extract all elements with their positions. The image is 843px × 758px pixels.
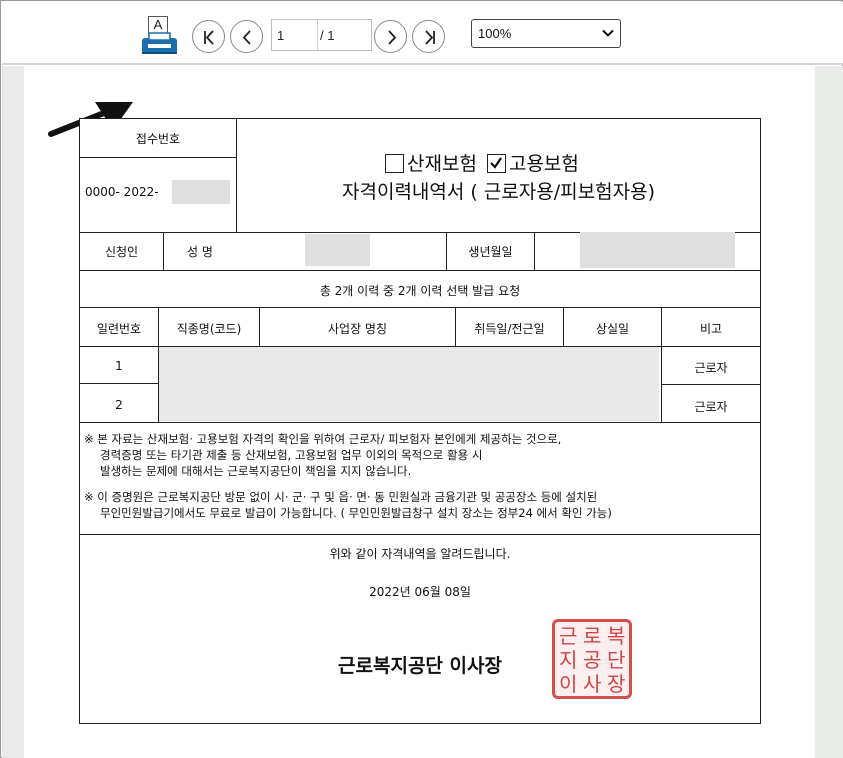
seal-char: 근 bbox=[559, 624, 578, 648]
prev-page-button[interactable] bbox=[230, 20, 263, 53]
notice-2-line-1: ※ 이 증명원은 근로복지공단 방문 없이 시· 군· 구 및 읍· 면· 동 … bbox=[84, 490, 598, 504]
last-page-button[interactable] bbox=[412, 20, 445, 53]
col-serial: 일련번호 bbox=[96, 322, 142, 336]
page-number-input[interactable] bbox=[272, 20, 318, 50]
col-acquired: 취득일/전근일 bbox=[474, 322, 545, 336]
notice-1-line-2: 경력증명 또는 타기관 제출 등 산재보험, 고용보험 업무 이외의 목적으로 … bbox=[100, 448, 483, 462]
zoom-select[interactable]: 100% bbox=[471, 19, 621, 48]
seal-char: 지 bbox=[559, 648, 578, 672]
seal-char: 공 bbox=[583, 648, 602, 672]
notice-1-line-3: 발생하는 문제에 대해서는 근로복지공단이 책임을 지지 않습니다. bbox=[100, 464, 412, 478]
insurance-type: 산재보험 고용보험 bbox=[385, 149, 579, 176]
row-2-remarks: 근로자 bbox=[694, 400, 728, 414]
redacted-receipt bbox=[172, 180, 230, 204]
employment-insurance-checkbox bbox=[486, 154, 506, 173]
first-page-icon bbox=[204, 30, 214, 45]
receipt-number: 0000- 2022- bbox=[85, 185, 159, 199]
toolbar: A / 1 bbox=[2, 2, 843, 65]
redacted-history-rows bbox=[159, 347, 659, 421]
col-workplace: 사업장 명칭 bbox=[327, 322, 387, 336]
chevron-right-icon bbox=[388, 30, 397, 45]
name-label: 성 명 bbox=[187, 245, 213, 259]
chevron-down-icon bbox=[602, 29, 614, 37]
first-page-button[interactable] bbox=[192, 20, 225, 53]
birth-label: 생년월일 bbox=[468, 245, 513, 259]
seal-char: 복 bbox=[607, 624, 626, 648]
document-title: 자격이력내역서 ( 근로자용/피보험자용) bbox=[342, 181, 655, 203]
insurance-label-1: 산재보험 bbox=[407, 153, 477, 175]
page-total: / 1 bbox=[320, 28, 335, 43]
redacted-birth bbox=[580, 232, 735, 268]
col-lost: 상실일 bbox=[595, 322, 630, 336]
last-page-icon bbox=[425, 30, 435, 45]
issuer-name: 근로복지공단 이사장 bbox=[338, 655, 502, 677]
certificate-document: 접수번호 0000- 2022- 산재보험 고용보험 자격이력내역서 ( 근로자… bbox=[79, 118, 761, 724]
col-job: 직종명(코드) bbox=[176, 322, 242, 336]
next-page-button[interactable] bbox=[374, 20, 407, 53]
row-1-serial: 1 bbox=[115, 359, 123, 373]
printer-icon bbox=[142, 32, 177, 54]
page-number-box: / 1 bbox=[271, 19, 372, 51]
notice-2-line-2: 무인민원발급기에서도 무료로 발급이 가능합니다. ( 무인민원발급창구 설치 … bbox=[100, 506, 612, 520]
issue-date: 2022년 06월 08일 bbox=[369, 585, 471, 599]
insurance-label-2: 고용보험 bbox=[508, 153, 579, 175]
seal-char: 이 bbox=[559, 672, 578, 696]
print-button[interactable]: A bbox=[139, 16, 179, 58]
seal-char: 단 bbox=[607, 648, 626, 672]
industrial-accident-checkbox bbox=[385, 154, 404, 173]
chevron-left-icon bbox=[242, 30, 251, 45]
zoom-value: 100% bbox=[478, 26, 512, 41]
redacted-name bbox=[305, 234, 370, 266]
notice-1-line-1: ※ 본 자료는 산재보험· 고용보험 자격의 확인을 위하여 근로자/ 피보험자… bbox=[84, 432, 562, 446]
col-remarks: 비고 bbox=[699, 322, 723, 336]
seal-char: 장 bbox=[607, 672, 626, 696]
official-seal: 근 로 복 지 공 단 이 사 장 bbox=[552, 619, 632, 699]
seal-char: 사 bbox=[583, 672, 602, 696]
check-icon bbox=[490, 157, 502, 169]
receipt-label: 접수번호 bbox=[135, 132, 181, 146]
row-1-remarks: 근로자 bbox=[694, 361, 728, 375]
seal-char: 로 bbox=[583, 624, 602, 648]
applicant-label: 신청인 bbox=[104, 245, 139, 259]
summary-text: 총 2개 이력 중 2개 이력 선택 발급 요청 bbox=[319, 284, 521, 298]
row-2-serial: 2 bbox=[115, 398, 123, 412]
viewer-window: A / 1 bbox=[0, 0, 843, 758]
confirm-text: 위와 같이 자격내역을 알려드립니다. bbox=[329, 547, 511, 561]
